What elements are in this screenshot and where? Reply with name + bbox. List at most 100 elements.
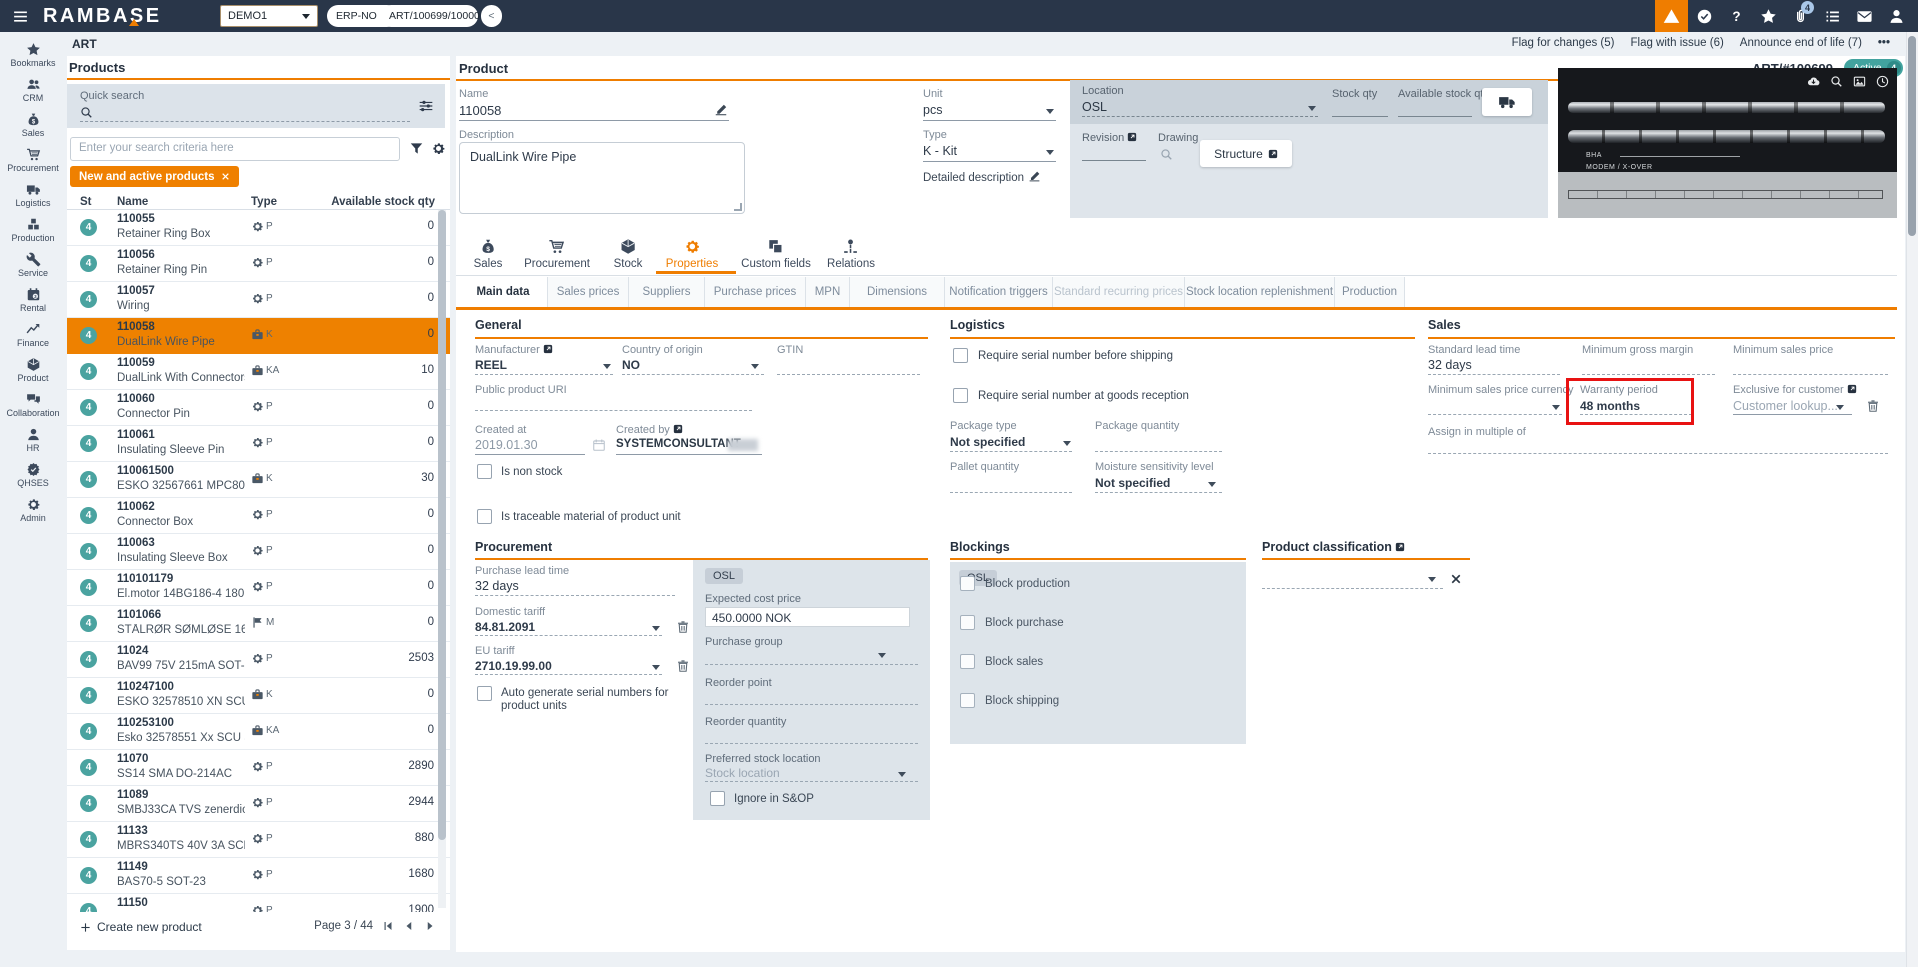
zoom-icon[interactable] bbox=[1830, 75, 1843, 88]
available-stock-qty-input[interactable] bbox=[1398, 116, 1472, 117]
sidebar-item[interactable]: Bookmarks bbox=[0, 37, 66, 72]
serial-goods-reception-checkbox[interactable] bbox=[953, 388, 968, 403]
product-row[interactable]: 4 11070 SS14 SMA DO-214AC P 2890 bbox=[67, 750, 450, 786]
topbar-button[interactable] bbox=[1720, 0, 1752, 32]
topbar-button[interactable] bbox=[1752, 0, 1784, 32]
chevron-down-icon[interactable] bbox=[1836, 405, 1844, 410]
edit-icon[interactable] bbox=[714, 103, 728, 117]
standard-lead-time-value[interactable]: 32 days bbox=[1428, 358, 1472, 372]
search-icon[interactable] bbox=[1160, 148, 1173, 161]
filter-chip[interactable]: New and active products bbox=[70, 166, 239, 187]
product-row[interactable]: 4 110253100 Esko 32578551 Xx SCU Servo K… bbox=[67, 714, 450, 750]
detailed-description-label[interactable]: Detailed description bbox=[923, 172, 1024, 184]
product-row[interactable]: 4 110101179 El.motor 14BG186-4 180L 22 P… bbox=[67, 570, 450, 606]
product-row[interactable]: 4 110055 Retainer Ring Box P 0 bbox=[67, 210, 450, 246]
search-criteria-input[interactable]: Enter your search criteria here bbox=[70, 137, 400, 161]
country-of-origin-value[interactable]: NO bbox=[622, 358, 640, 372]
public-product-uri-input[interactable] bbox=[475, 410, 752, 411]
manufacturer-value[interactable]: REEL bbox=[475, 358, 507, 372]
auto-generate-serials-checkbox[interactable] bbox=[477, 686, 492, 701]
chevron-down-icon[interactable] bbox=[1063, 441, 1071, 446]
sidebar-item[interactable]: Finance bbox=[0, 317, 66, 352]
structure-button[interactable]: Structure bbox=[1200, 140, 1292, 167]
sub-tab[interactable]: Standard recurring prices bbox=[1053, 277, 1185, 307]
sidebar-item[interactable]: CRM bbox=[0, 72, 66, 107]
chevron-down-icon[interactable] bbox=[898, 772, 906, 777]
clear-icon[interactable] bbox=[1450, 573, 1462, 585]
goods-reception-button[interactable] bbox=[1482, 88, 1532, 116]
chevron-down-icon[interactable] bbox=[878, 653, 886, 658]
customer-lookup-placeholder[interactable]: Customer lookup... bbox=[1733, 399, 1838, 413]
warranty-period-value[interactable]: 48 months bbox=[1580, 399, 1640, 413]
external-link-icon[interactable] bbox=[1127, 132, 1137, 142]
product-row[interactable]: 4 110060 Connector Pin P 0 bbox=[67, 390, 450, 426]
flag-action-link[interactable]: Flag for changes (5) bbox=[1512, 37, 1615, 49]
product-row[interactable]: 4 11149 BAS70-5 SOT-23 P 1680 bbox=[67, 858, 450, 894]
purchase-group-input[interactable] bbox=[705, 664, 918, 665]
product-row[interactable]: 4 11150 BAT54A SOT-23 P 1900 bbox=[67, 894, 450, 912]
serial-before-shipping-checkbox[interactable] bbox=[953, 348, 968, 363]
main-tab[interactable]: Properties bbox=[666, 238, 718, 270]
trash-icon[interactable] bbox=[676, 620, 690, 634]
blocking-checkbox[interactable] bbox=[960, 693, 975, 708]
package-type-value[interactable]: Not specified bbox=[950, 435, 1025, 449]
sub-tab[interactable]: Purchase prices bbox=[705, 277, 806, 307]
chevron-down-icon[interactable] bbox=[1208, 482, 1216, 487]
blocking-checkbox[interactable] bbox=[960, 654, 975, 669]
unit-value[interactable]: pcs bbox=[923, 103, 942, 117]
funnel-icon[interactable] bbox=[409, 141, 424, 156]
product-row[interactable]: 4 110061 Insulating Sleeve Pin P 0 bbox=[67, 426, 450, 462]
sub-tab[interactable]: Stock location replenishment bbox=[1185, 277, 1335, 307]
chevron-down-icon[interactable] bbox=[652, 626, 660, 631]
blocking-checkbox[interactable] bbox=[960, 615, 975, 630]
product-image[interactable]: BHA MODEM / X-OVER bbox=[1558, 68, 1897, 218]
more-actions-button[interactable]: ••• bbox=[1878, 37, 1890, 49]
blocking-checkbox[interactable] bbox=[960, 576, 975, 591]
product-row[interactable]: 4 110056 Retainer Ring Pin P 0 bbox=[67, 246, 450, 282]
address-input[interactable]: ART/100699/100001/ bbox=[380, 5, 478, 27]
product-row[interactable]: 4 11089 SMBJ33CA TVS zenerdiode 3 P 2944 bbox=[67, 786, 450, 822]
sidebar-item[interactable]: Rental bbox=[0, 282, 66, 317]
external-link-icon[interactable] bbox=[673, 424, 683, 434]
name-value[interactable]: 110058 bbox=[459, 103, 501, 118]
quick-search-input[interactable] bbox=[80, 121, 410, 122]
revision-input[interactable] bbox=[1082, 160, 1146, 161]
edit-image-icon[interactable] bbox=[1853, 75, 1866, 88]
sub-tab[interactable]: Notification triggers bbox=[945, 277, 1053, 307]
flag-action-link[interactable]: Announce end of life (7) bbox=[1740, 37, 1862, 49]
download-icon[interactable] bbox=[1807, 75, 1820, 88]
reorder-point-input[interactable] bbox=[705, 704, 918, 705]
is-non-stock-checkbox[interactable] bbox=[477, 464, 492, 479]
product-row[interactable]: 4 110057 Wiring P 0 bbox=[67, 282, 450, 318]
product-row[interactable]: 4 110058 DualLink Wire Pipe K 0 bbox=[67, 318, 450, 354]
topbar-button[interactable] bbox=[1880, 0, 1912, 32]
topbar-button[interactable] bbox=[1848, 0, 1880, 32]
topbar-button[interactable]: 4 bbox=[1784, 0, 1816, 32]
product-row[interactable]: 4 1101066 STÅLRØR SØMLØSE 168,3 X M 0 bbox=[67, 606, 450, 642]
eu-tariff-value[interactable]: 2710.19.99.00 bbox=[475, 659, 552, 673]
chevron-down-icon[interactable] bbox=[1308, 106, 1316, 111]
package-quantity-input[interactable] bbox=[1095, 451, 1222, 452]
product-row[interactable]: 4 110063 Insulating Sleeve Box P 0 bbox=[67, 534, 450, 570]
main-tab[interactable]: Custom fields bbox=[741, 238, 811, 270]
sub-tab[interactable]: Suppliers bbox=[629, 277, 705, 307]
moisture-level-value[interactable]: Not specified bbox=[1095, 476, 1170, 490]
edit-icon[interactable] bbox=[1028, 170, 1041, 183]
domestic-tariff-value[interactable]: 84.81.2091 bbox=[475, 620, 535, 634]
chevron-down-icon[interactable] bbox=[751, 364, 759, 369]
resize-handle[interactable] bbox=[734, 203, 742, 211]
sidebar-item[interactable]: Service bbox=[0, 247, 66, 282]
sub-tab[interactable]: Sales prices bbox=[548, 277, 629, 307]
trash-icon[interactable] bbox=[1866, 399, 1880, 413]
product-row[interactable]: 4 110059 DualLink With Connectors KA 10 bbox=[67, 354, 450, 390]
sub-tab[interactable]: MPN bbox=[806, 277, 850, 307]
product-row[interactable]: 4 11024 BAV99 75V 215mA SOT-23 P 2503 bbox=[67, 642, 450, 678]
topbar-button[interactable] bbox=[1816, 0, 1848, 32]
close-icon[interactable] bbox=[221, 172, 230, 181]
hamburger-menu-icon[interactable] bbox=[12, 8, 29, 25]
sidebar-item[interactable]: Procurement bbox=[0, 142, 66, 177]
page-scrollbar-thumb[interactable] bbox=[1908, 36, 1916, 236]
external-link-icon[interactable] bbox=[1395, 542, 1405, 552]
type-value[interactable]: K - Kit bbox=[923, 144, 957, 158]
sidebar-item[interactable]: Admin bbox=[0, 492, 66, 527]
